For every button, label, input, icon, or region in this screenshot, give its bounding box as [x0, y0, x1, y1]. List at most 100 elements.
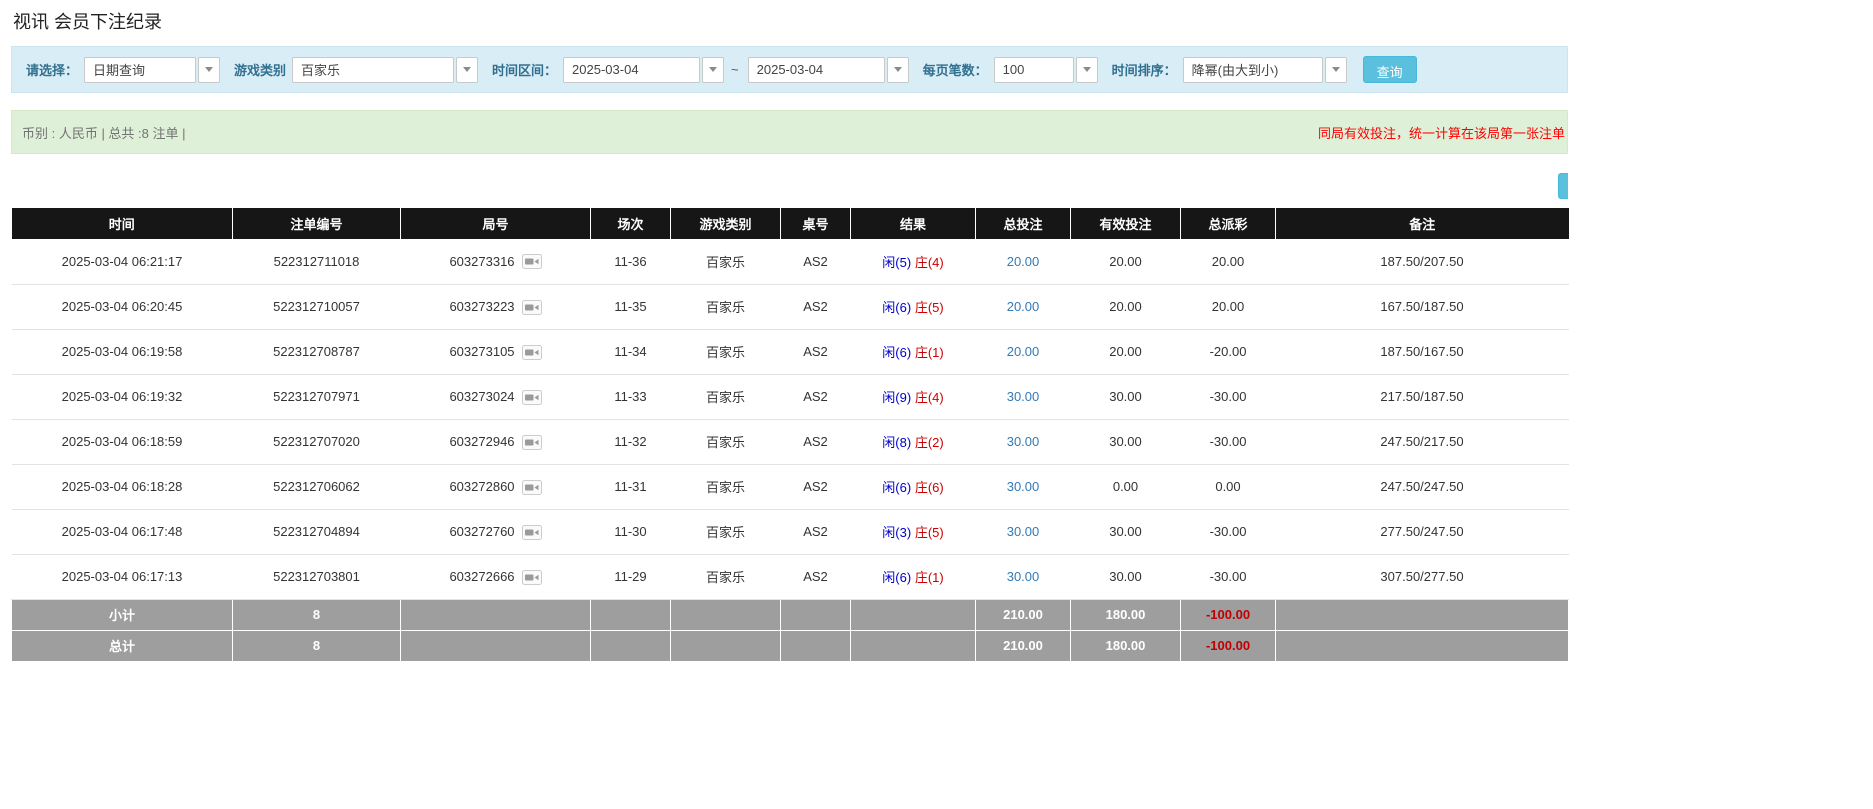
col-header-session: 场次 — [591, 208, 671, 239]
round-number: 603272946 — [449, 435, 514, 450]
cell-result: 闲(3) 庄(5) — [851, 509, 976, 554]
subtotal-empty-cell — [781, 599, 851, 630]
col-header-valid-bet: 有效投注 — [1071, 208, 1181, 239]
cell-table-no: AS2 — [781, 554, 851, 599]
query-type-value: 日期查询 — [84, 57, 196, 83]
cell-remark: 247.50/217.50 — [1276, 419, 1569, 464]
page-size-value: 100 — [994, 57, 1074, 83]
cell-remark: 187.50/207.50 — [1276, 239, 1569, 284]
game-type-dropdown-button[interactable] — [456, 57, 478, 83]
page-content: 视讯 会员下注纪录 请选择： 日期查询 游戏类别 百家乐 时间区间： 2025-… — [11, 0, 1568, 662]
subtotal-row: 小计 8 210.00 180.00 -100.00 — [12, 599, 1569, 630]
cell-time: 2025-03-04 06:17:13 — [12, 554, 233, 599]
table-header-row: 时间 注单编号 局号 场次 游戏类别 桌号 结果 总投注 有效投注 总派彩 备注 — [12, 208, 1569, 239]
cell-table-no: AS2 — [781, 284, 851, 329]
cell-payout: -30.00 — [1181, 509, 1276, 554]
cell-total-bet: 30.00 — [976, 464, 1071, 509]
cell-total-bet: 20.00 — [976, 284, 1071, 329]
cell-time: 2025-03-04 06:20:45 — [12, 284, 233, 329]
total-empty-cell — [851, 630, 976, 661]
video-replay-icon[interactable] — [522, 390, 542, 405]
table-row: 2025-03-04 06:17:48522312704894603272760… — [12, 509, 1569, 554]
game-type-value: 百家乐 — [292, 57, 454, 83]
partial-hidden-button[interactable] — [1558, 173, 1568, 199]
cell-valid-bet: 0.00 — [1071, 464, 1181, 509]
table-row: 2025-03-04 06:17:13522312703801603272666… — [12, 554, 1569, 599]
cell-total-bet: 20.00 — [976, 239, 1071, 284]
query-type-dropdown-button[interactable] — [198, 57, 220, 83]
col-header-table-no: 桌号 — [781, 208, 851, 239]
cell-result: 闲(9) 庄(4) — [851, 374, 976, 419]
video-replay-icon[interactable] — [522, 570, 542, 585]
cell-session: 11-35 — [591, 284, 671, 329]
cell-table-no: AS2 — [781, 329, 851, 374]
sort-value: 降幂(由大到小) — [1183, 57, 1323, 83]
result-player: 闲(8) — [882, 435, 911, 450]
cell-bet-id: 522312708787 — [233, 329, 401, 374]
total-empty-cell — [401, 630, 591, 661]
same-round-notice: 同局有效投注，统一计算在该局第一张注单 — [1318, 123, 1565, 142]
col-header-total-bet: 总投注 — [976, 208, 1071, 239]
total-bet-link[interactable]: 20.00 — [1007, 254, 1040, 269]
result-player: 闲(6) — [882, 480, 911, 495]
cell-time: 2025-03-04 06:19:58 — [12, 329, 233, 374]
cell-game-type: 百家乐 — [671, 554, 781, 599]
sort-dropdown-button[interactable] — [1325, 57, 1347, 83]
date-from-value: 2025-03-04 — [563, 57, 700, 83]
cell-remark: 277.50/247.50 — [1276, 509, 1569, 554]
total-bet-link[interactable]: 30.00 — [1007, 479, 1040, 494]
date-to-picker[interactable]: 2025-03-04 — [748, 57, 909, 83]
cell-total-bet: 30.00 — [976, 554, 1071, 599]
total-bet-link[interactable]: 30.00 — [1007, 434, 1040, 449]
table-row: 2025-03-04 06:19:32522312707971603273024… — [12, 374, 1569, 419]
cell-session: 11-36 — [591, 239, 671, 284]
search-button[interactable]: 查询 — [1363, 56, 1417, 83]
game-type-select[interactable]: 百家乐 — [292, 57, 478, 83]
filter-bar: 请选择： 日期查询 游戏类别 百家乐 时间区间： 2025-03-04 ~ 20… — [11, 46, 1568, 93]
total-bet-link[interactable]: 20.00 — [1007, 299, 1040, 314]
subtotal-label: 小计 — [12, 599, 233, 630]
cell-total-bet: 30.00 — [976, 419, 1071, 464]
page-size-select[interactable]: 100 — [994, 57, 1098, 83]
cell-time: 2025-03-04 06:17:48 — [12, 509, 233, 554]
total-count: 8 — [233, 630, 401, 661]
total-bet-link[interactable]: 30.00 — [1007, 524, 1040, 539]
query-type-select[interactable]: 日期查询 — [84, 57, 220, 83]
subtotal-total-bet: 210.00 — [976, 599, 1071, 630]
round-number: 603272860 — [449, 480, 514, 495]
cell-bet-id: 522312707020 — [233, 419, 401, 464]
page-size-label: 每页笔数： — [923, 60, 988, 79]
date-from-picker[interactable]: 2025-03-04 — [563, 57, 724, 83]
cell-bet-id: 522312704894 — [233, 509, 401, 554]
cell-result: 闲(6) 庄(5) — [851, 284, 976, 329]
video-replay-icon[interactable] — [522, 300, 542, 315]
cell-total-bet: 30.00 — [976, 374, 1071, 419]
cell-remark: 187.50/167.50 — [1276, 329, 1569, 374]
sort-select[interactable]: 降幂(由大到小) — [1183, 57, 1347, 83]
video-replay-icon[interactable] — [522, 254, 542, 269]
video-replay-icon[interactable] — [522, 435, 542, 450]
page-title: 视讯 会员下注纪录 — [11, 0, 1568, 46]
col-header-round: 局号 — [401, 208, 591, 239]
video-replay-icon[interactable] — [522, 525, 542, 540]
subtotal-empty-cell — [851, 599, 976, 630]
total-bet-link[interactable]: 20.00 — [1007, 344, 1040, 359]
round-number: 603273024 — [449, 390, 514, 405]
page-size-dropdown-button[interactable] — [1076, 57, 1098, 83]
date-to-dropdown-button[interactable] — [887, 57, 909, 83]
result-player: 闲(9) — [882, 390, 911, 405]
result-banker: 庄(1) — [915, 345, 944, 360]
video-replay-icon[interactable] — [522, 480, 542, 495]
total-bet-link[interactable]: 30.00 — [1007, 389, 1040, 404]
total-valid-bet: 180.00 — [1071, 630, 1181, 661]
col-header-payout: 总派彩 — [1181, 208, 1276, 239]
cell-session: 11-33 — [591, 374, 671, 419]
video-replay-icon[interactable] — [522, 345, 542, 360]
cell-valid-bet: 30.00 — [1071, 509, 1181, 554]
total-bet-link[interactable]: 30.00 — [1007, 569, 1040, 584]
cell-valid-bet: 20.00 — [1071, 284, 1181, 329]
date-from-dropdown-button[interactable] — [702, 57, 724, 83]
total-row: 总计 8 210.00 180.00 -100.00 — [12, 630, 1569, 661]
cell-result: 闲(6) 庄(6) — [851, 464, 976, 509]
cell-session: 11-34 — [591, 329, 671, 374]
